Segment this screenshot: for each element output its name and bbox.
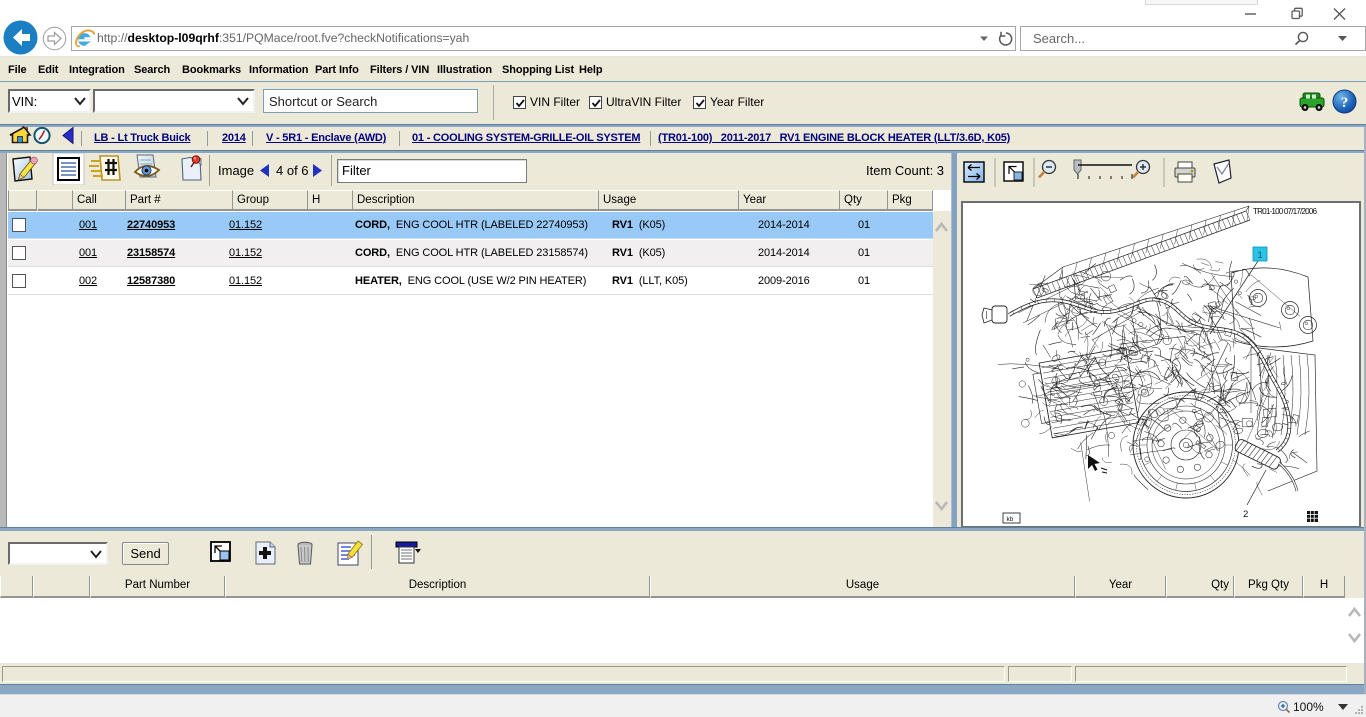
svg-text:kb: kb bbox=[1007, 516, 1014, 523]
svg-text:TR01-100 07/17/2006: TR01-100 07/17/2006 bbox=[1253, 207, 1317, 216]
svg-text:1: 1 bbox=[1257, 250, 1262, 260]
svg-text:2: 2 bbox=[1243, 509, 1248, 520]
svg-text:?: ? bbox=[1341, 95, 1349, 111]
